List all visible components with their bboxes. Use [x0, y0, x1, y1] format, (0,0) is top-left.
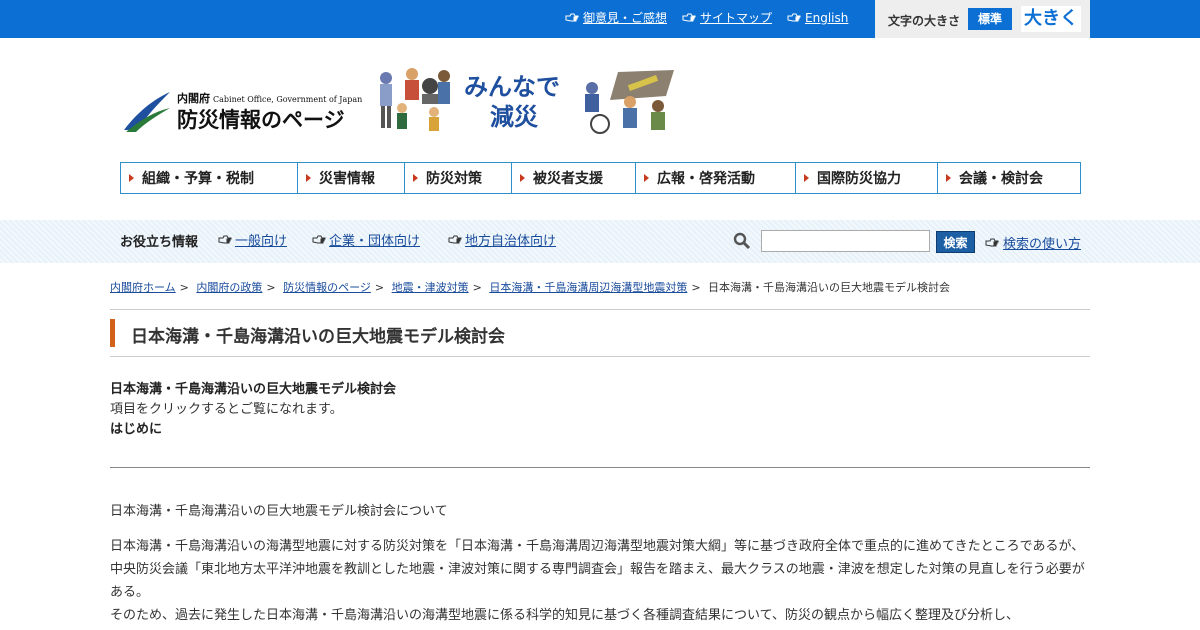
triangle-right-icon [306, 174, 311, 182]
nav-item-label: 会議・検討会 [959, 171, 1043, 187]
triangle-right-icon [520, 174, 525, 182]
pointing-hand-icon [985, 238, 999, 246]
breadcrumb-earthquake[interactable]: 地震・津波対策 [392, 281, 469, 294]
search-input[interactable] [761, 230, 930, 252]
triangle-right-icon [129, 174, 134, 182]
english-link-label: English [805, 10, 849, 25]
local-government-link-label: 地方自治体向け [465, 234, 557, 249]
page-title: 日本海溝・千島海溝沿いの巨大地震モデル検討会 [131, 327, 505, 347]
nav-item-label: 災害情報 [319, 171, 375, 187]
font-size-standard-button[interactable]: 標準 [968, 8, 1012, 30]
pointing-hand-icon [448, 235, 462, 243]
nav-item-public-relations[interactable]: 広報・啓発活動 [636, 163, 796, 193]
pointing-hand-icon [787, 13, 801, 21]
nav-item-label: 広報・啓発活動 [657, 171, 755, 187]
font-size-label: 文字の大きさ [888, 14, 961, 28]
nav-item-label: 組織・予算・税制 [142, 171, 254, 187]
pointing-hand-icon [565, 13, 579, 21]
breadcrumb-home[interactable]: 内閣府ホーム [110, 281, 176, 294]
breadcrumb-bousai[interactable]: 防災情報のページ [283, 281, 371, 294]
nav-item-international[interactable]: 国際防災協力 [796, 163, 938, 193]
nav-item-disaster-prevention[interactable]: 防災対策 [405, 163, 512, 193]
triangle-right-icon [413, 174, 418, 182]
sitemap-link-label: サイトマップ [700, 11, 773, 25]
content-body: 日本海溝・千島海溝沿いの海溝型地震に対する防災対策を「日本海溝・千島海溝周辺海溝… [110, 535, 1090, 627]
cabinet-office-logo-icon [124, 92, 170, 132]
pointing-hand-icon [218, 235, 232, 243]
general-public-link-label: 一般向け [235, 234, 288, 249]
triangle-right-icon [804, 174, 809, 182]
triangle-right-icon [946, 174, 951, 182]
divider [110, 356, 1090, 357]
breadcrumb-current: 日本海溝・千島海溝沿いの巨大地震モデル検討会 [708, 281, 951, 294]
nav-item-disaster-info[interactable]: 災害情報 [298, 163, 405, 193]
helpful-info-title: お役立ち情報 [120, 235, 199, 250]
rescue-illustration-icon [585, 70, 674, 134]
site-logo[interactable]: 内閣府 Cabinet Office, Government of Japan 防… [122, 84, 372, 134]
pointing-hand-icon [312, 235, 326, 243]
business-link-label: 企業・団体向け [329, 234, 421, 249]
intro-item[interactable]: はじめに [110, 418, 162, 437]
feedback-link-label: 御意見・ご感想 [583, 11, 668, 25]
paragraph: 日本海溝・千島海溝沿いの海溝型地震に対する防災対策を「日本海溝・千島海溝周辺海溝… [110, 539, 1085, 600]
minna-de-gensai-banner[interactable]: みんなで 減災 [372, 64, 680, 136]
business-link[interactable]: 企業・団体向け [312, 230, 420, 249]
utility-links: 御意見・ご感想 サイトマップ English [565, 9, 848, 26]
nav-item-label: 国際防災協力 [817, 171, 901, 187]
about-heading: 日本海溝・千島海溝沿いの巨大地震モデル検討会について [110, 504, 448, 519]
nav-item-label: 防災対策 [426, 171, 482, 187]
page-title-block: 日本海溝・千島海溝沿いの巨大地震モデル検討会 [110, 319, 1090, 347]
font-size-switcher: 文字の大きさ 標準 大きく [875, 0, 1090, 38]
top-bar: 御意見・ご感想 サイトマップ English 文字の大きさ 標準 大きく [0, 0, 1200, 38]
breadcrumb-trench[interactable]: 日本海溝・千島海溝周辺海溝型地震対策 [489, 281, 687, 294]
people-illustration-icon [380, 68, 450, 131]
english-link[interactable]: English [787, 9, 848, 26]
logo-title: 防災情報のページ [177, 108, 345, 132]
search-button[interactable]: 検索 [936, 231, 975, 253]
font-size-large-button[interactable]: 大きく [1021, 6, 1081, 32]
sitemap-link[interactable]: サイトマップ [682, 9, 772, 26]
pointing-hand-icon [682, 13, 696, 21]
breadcrumb-policy[interactable]: 内閣府の政策 [196, 281, 262, 294]
divider [110, 467, 1090, 468]
triangle-right-icon [644, 174, 649, 182]
search-help-link-label: 検索の使い方 [1003, 237, 1082, 252]
nav-item-organization[interactable]: 組織・予算・税制 [121, 163, 298, 193]
feedback-link[interactable]: 御意見・ご感想 [565, 9, 667, 26]
divider [110, 309, 1090, 310]
breadcrumb: 内閣府ホーム > 内閣府の政策 > 防災情報のページ > 地震・津波対策 > 日本海溝・… [110, 281, 951, 294]
search-icon [733, 232, 751, 250]
local-government-link[interactable]: 地方自治体向け [448, 230, 556, 249]
paragraph: そのため、過去に発生した日本海溝・千島海溝沿いの海溝型地震に係る科学的知見に基づ… [110, 608, 1019, 623]
nav-item-label: 被災者支援 [533, 171, 603, 187]
global-nav: 組織・予算・税制 災害情報 防災対策 被災者支援 広報・啓発活動 国際防災協力 … [120, 162, 1081, 194]
content-subtitle: 日本海溝・千島海溝沿いの巨大地震モデル検討会 [110, 382, 397, 397]
search-help-link[interactable]: 検索の使い方 [985, 233, 1081, 252]
nav-item-meetings[interactable]: 会議・検討会 [938, 163, 1079, 193]
banner-line2: 減災 [490, 103, 538, 131]
content-instruction: 項目をクリックするとご覧になれます。 [110, 402, 343, 417]
general-public-link[interactable]: 一般向け [218, 230, 287, 249]
nav-item-victim-support[interactable]: 被災者支援 [512, 163, 636, 193]
